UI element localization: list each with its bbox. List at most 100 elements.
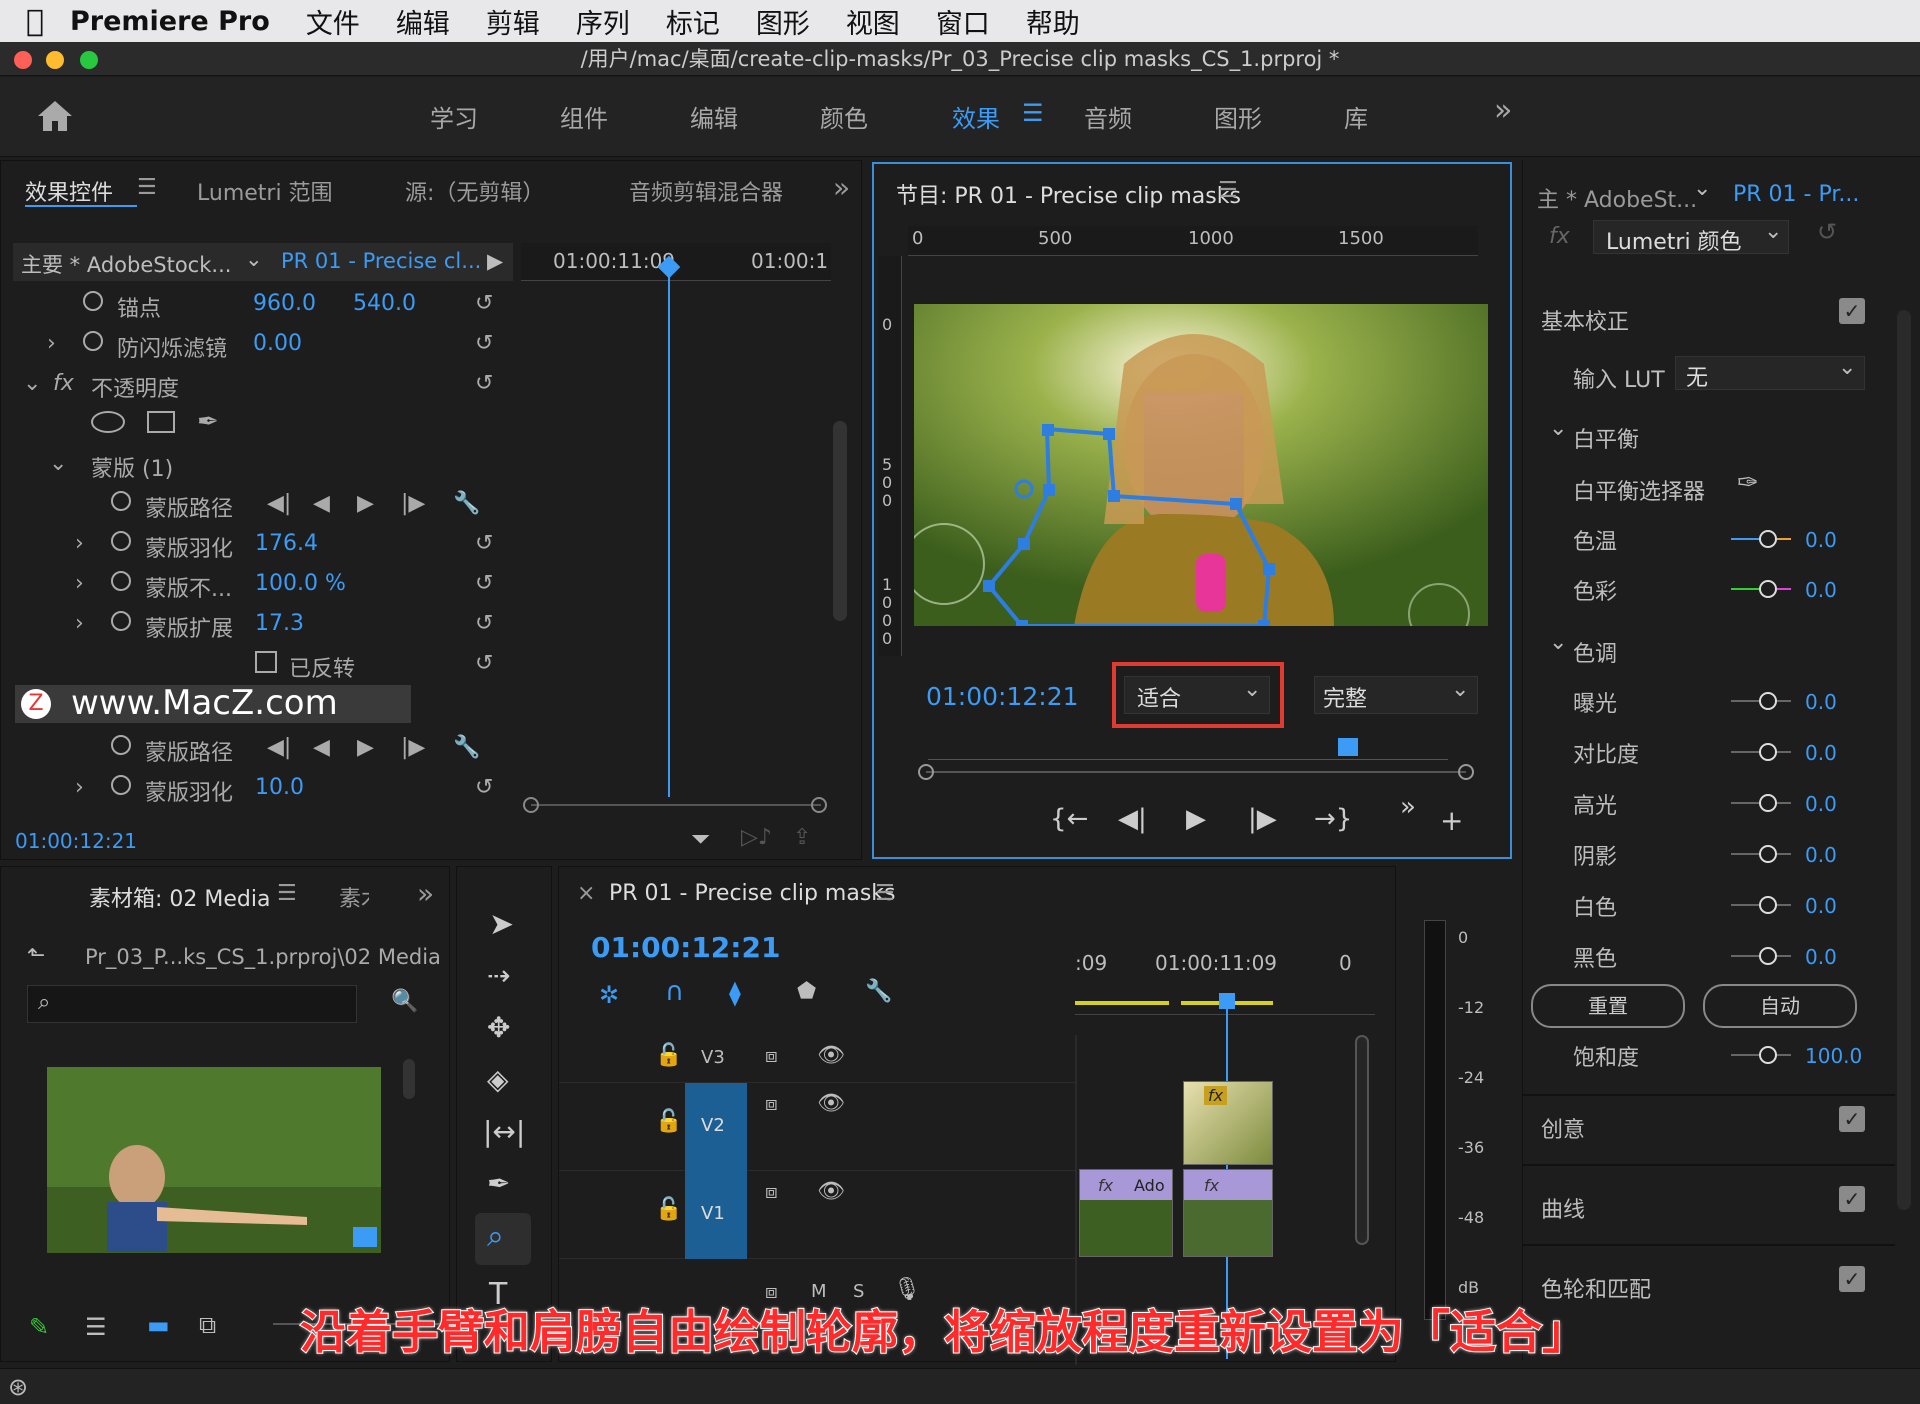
collapse-arrow-icon[interactable]: ⌄	[1549, 416, 1567, 441]
wrench-icon[interactable]: 🔧	[453, 735, 480, 760]
param-value[interactable]: 100.0 %	[255, 571, 346, 596]
param-value[interactable]: 17.3	[255, 611, 304, 636]
parent-folder-icon[interactable]: ⬑	[27, 943, 45, 968]
stopwatch-icon[interactable]	[83, 331, 103, 351]
stopwatch-icon[interactable]	[111, 571, 131, 591]
lumetri-scrollbar[interactable]	[1897, 310, 1911, 1210]
saturation-value[interactable]: 100.0	[1805, 1044, 1862, 1068]
tone-slider-knob[interactable]	[1759, 794, 1777, 812]
creative-cloud-icon[interactable]: ⊛	[8, 1373, 28, 1401]
settings-wrench-icon[interactable]: 🔧	[865, 979, 892, 1004]
lumetri-sequence-clip[interactable]: PR 01 - Pr...	[1733, 182, 1859, 207]
param-value[interactable]: 0.00	[253, 331, 302, 356]
panel-menu-icon[interactable]: ☰	[875, 881, 895, 906]
home-icon[interactable]	[36, 99, 74, 133]
more-tabs-icon[interactable]: »	[833, 171, 850, 204]
selection-tool-icon[interactable]: ➤	[489, 907, 514, 942]
input-lut-dropdown[interactable]: 无 ⌄	[1675, 355, 1865, 391]
track-forward-icon[interactable]: |▶	[401, 491, 425, 516]
audio-icon[interactable]: ▷♪	[741, 825, 772, 850]
reset-icon[interactable]: ↺	[475, 775, 493, 800]
workspace-audio[interactable]: 音频	[1084, 99, 1132, 134]
menu-view[interactable]: 视图	[846, 2, 900, 41]
workspace-learn[interactable]: 学习	[430, 99, 478, 134]
reset-icon[interactable]: ↺	[475, 531, 493, 556]
eye-icon[interactable]: 👁	[817, 1179, 845, 1204]
step-backward-icon[interactable]: ◀	[313, 491, 330, 516]
more-controls-icon[interactable]: »	[1400, 792, 1416, 822]
clip-v1-b[interactable]: fx	[1183, 1169, 1273, 1257]
add-marker-icon[interactable]: ⬟	[797, 979, 816, 1004]
tab-audio-clip-mixer[interactable]: 音频剪辑混合器	[629, 175, 789, 207]
creative-checkbox[interactable]: ✓	[1839, 1106, 1865, 1132]
linked-selection-icon[interactable]: ⧫	[729, 979, 741, 1007]
clip-v2[interactable]: fx	[1183, 1081, 1273, 1165]
expand-arrow-icon[interactable]: ›	[75, 571, 84, 596]
icon-view-icon[interactable]: ▬	[147, 1311, 170, 1339]
chevron-down-icon[interactable]: ⌄	[245, 247, 263, 271]
white-balance-label[interactable]: 白平衡	[1573, 422, 1639, 454]
lumetri-master-clip[interactable]: 主 * AdobeSt...	[1537, 182, 1697, 214]
lock-icon[interactable]: 🔓	[655, 1197, 682, 1222]
expand-arrow-icon[interactable]: ›	[47, 331, 56, 356]
wrench-icon[interactable]: 🔧	[453, 491, 480, 516]
stopwatch-icon[interactable]	[111, 491, 131, 511]
track-target-v2[interactable]: V2	[685, 1083, 747, 1171]
menu-edit[interactable]: 编辑	[396, 2, 450, 41]
reset-button[interactable]: 重置	[1531, 984, 1685, 1028]
nest-icon[interactable]: ✲	[599, 981, 619, 1009]
collapse-arrow-icon[interactable]: ⌄	[49, 451, 67, 476]
rectangle-mask-icon[interactable]	[147, 411, 175, 433]
menu-help[interactable]: 帮助	[1026, 2, 1080, 41]
fx-icon[interactable]: fx	[53, 371, 74, 396]
tone-slider-knob[interactable]	[1759, 896, 1777, 914]
pen-mask-icon[interactable]: ✒	[197, 407, 219, 437]
sync-lock-icon[interactable]: ⧈	[765, 1091, 778, 1115]
ec-zoom-scrollbar[interactable]	[531, 804, 821, 806]
clip-v1-a[interactable]: fx Ado	[1079, 1169, 1173, 1257]
tint-value[interactable]: 0.0	[1805, 578, 1837, 602]
play-icon[interactable]: ▶	[1186, 804, 1206, 834]
reset-icon[interactable]: ↺	[475, 571, 493, 596]
step-forward-icon[interactable]: |▶	[1248, 804, 1277, 834]
track-select-tool-icon[interactable]: ⇢	[487, 959, 510, 992]
collapse-arrow-icon[interactable]: ⌄	[23, 371, 41, 396]
section-basic-correction[interactable]: 基本校正	[1541, 304, 1629, 336]
color-wheels-checkbox[interactable]: ✓	[1839, 1266, 1865, 1292]
program-video-frame[interactable]	[914, 304, 1488, 626]
program-playhead-icon[interactable]	[1338, 738, 1358, 756]
bin-scrollbar[interactable]	[403, 1059, 415, 1099]
track-forward-icon[interactable]: |▶	[401, 735, 425, 760]
track-target-v1[interactable]: V1	[685, 1171, 747, 1259]
temperature-value[interactable]: 0.0	[1805, 528, 1837, 552]
expand-arrow-icon[interactable]: ›	[75, 531, 84, 556]
list-view-icon[interactable]: ☰	[85, 1313, 107, 1341]
filter-icon[interactable]: ⏷	[691, 825, 710, 853]
reset-icon[interactable]: ↺	[475, 651, 493, 676]
section-creative[interactable]: 创意	[1541, 1112, 1585, 1144]
param-value[interactable]: 540.0	[353, 291, 416, 316]
menu-window[interactable]: 窗口	[936, 2, 990, 41]
workspace-effects[interactable]: 效果	[952, 99, 1000, 134]
eyedropper-icon[interactable]: ✑	[1737, 468, 1759, 498]
section-curves[interactable]: 曲线	[1541, 1192, 1585, 1224]
reset-icon[interactable]: ↺	[475, 371, 493, 396]
step-forward-icon[interactable]: ▶	[357, 491, 374, 516]
play-triangle-icon[interactable]: ▶	[487, 249, 503, 273]
expand-arrow-icon[interactable]: ›	[75, 775, 84, 800]
panel-menu-icon[interactable]: ☰	[277, 881, 297, 906]
close-timeline-icon[interactable]: ×	[577, 881, 595, 906]
param-value[interactable]: 176.4	[255, 531, 318, 556]
stopwatch-icon[interactable]	[83, 291, 103, 311]
reset-icon[interactable]: ↺	[475, 291, 493, 316]
close-window-button[interactable]	[14, 51, 32, 69]
tone-slider-knob[interactable]	[1759, 743, 1777, 761]
auto-button[interactable]: 自动	[1703, 984, 1857, 1028]
go-to-in-icon[interactable]: {←	[1050, 804, 1088, 834]
zoom-handle-right[interactable]	[811, 797, 827, 813]
step-backward-icon[interactable]: ◀	[313, 735, 330, 760]
zoom-handle-right[interactable]	[1458, 764, 1474, 780]
tint-slider-knob[interactable]	[1759, 580, 1777, 598]
clip-thumbnail[interactable]	[47, 1067, 381, 1253]
reset-icon[interactable]: ↺	[1817, 218, 1837, 246]
